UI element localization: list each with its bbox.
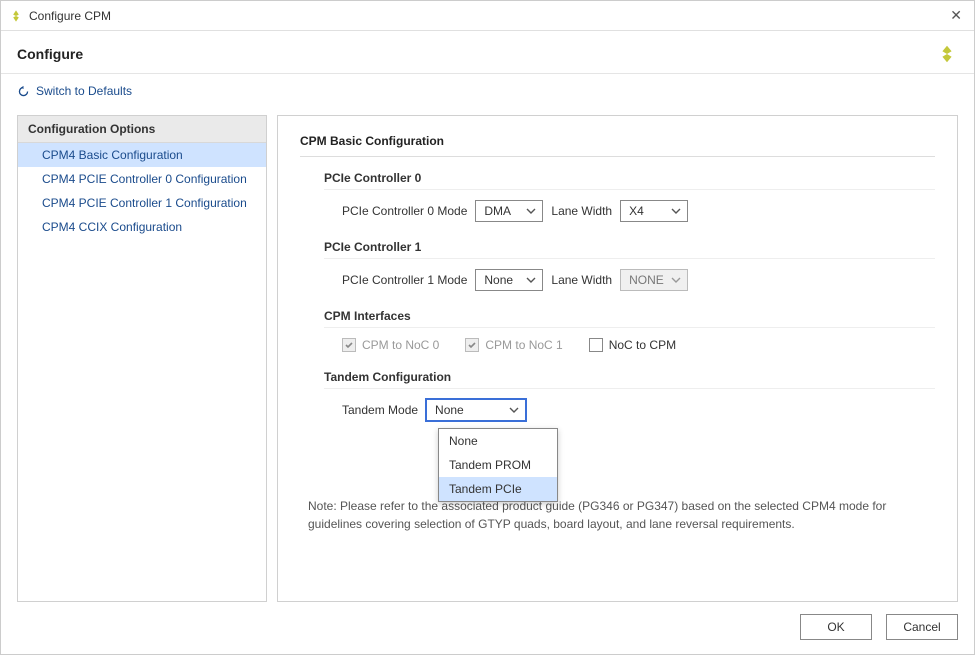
body: Configuration Options CPM4 Basic Configu… (1, 105, 974, 603)
brand-icon (936, 43, 958, 65)
cpm-noc1-label: CPM to NoC 1 (485, 338, 562, 352)
titlebar: Configure CPM ✕ (1, 1, 974, 31)
noc-cpm-label: NoC to CPM (609, 338, 676, 352)
note-text: Note: Please refer to the associated pro… (308, 497, 935, 533)
app-icon (9, 9, 23, 23)
switch-defaults-link[interactable]: Switch to Defaults (17, 84, 132, 98)
pcie0-section: PCIe Controller 0 PCIe Controller 0 Mode… (324, 171, 935, 222)
cpm-noc0-label: CPM to NoC 0 (362, 338, 439, 352)
pcie1-lane-value: NONE (629, 273, 664, 287)
pcie1-lane-label: Lane Width (551, 273, 612, 287)
pcie1-mode-select[interactable]: None (475, 269, 543, 291)
chevron-down-icon (526, 206, 536, 216)
interfaces-section: CPM Interfaces CPM to NoC 0 CPM to NoC 1… (324, 309, 935, 352)
check-icon (467, 340, 477, 350)
pcie1-mode-value: None (484, 273, 513, 287)
tandem-mode-select[interactable]: None (426, 399, 526, 421)
option-label: Tandem PROM (449, 458, 531, 472)
switch-defaults-label: Switch to Defaults (36, 84, 132, 98)
sidebar-item-ccix[interactable]: CPM4 CCIX Configuration (18, 215, 266, 239)
page-title: Configure (17, 46, 936, 62)
check-icon (344, 340, 354, 350)
tandem-section: Tandem Configuration Tandem Mode None No… (324, 370, 935, 421)
pcie1-title: PCIe Controller 1 (324, 240, 935, 254)
chevron-down-icon (671, 275, 681, 285)
tandem-mode-value: None (435, 403, 464, 417)
defaults-row: Switch to Defaults (1, 74, 974, 105)
pcie0-title: PCIe Controller 0 (324, 171, 935, 185)
pcie0-lane-select[interactable]: X4 (620, 200, 688, 222)
sidebar-item-pcie1[interactable]: CPM4 PCIE Controller 1 Configuration (18, 191, 266, 215)
noc-cpm-checkbox[interactable]: NoC to CPM (589, 338, 676, 352)
interfaces-title: CPM Interfaces (324, 309, 935, 323)
sidebar-item-label: CPM4 PCIE Controller 0 Configuration (42, 172, 247, 186)
footer: OK Cancel (1, 602, 974, 654)
window: Configure CPM ✕ Configure Switch to Defa… (0, 0, 975, 655)
pcie0-mode-label: PCIe Controller 0 Mode (342, 204, 467, 218)
tandem-option-prom[interactable]: Tandem PROM (439, 453, 557, 477)
cpm-noc1-checkbox: CPM to NoC 1 (465, 338, 562, 352)
refresh-icon (17, 85, 30, 98)
tandem-option-none[interactable]: None (439, 429, 557, 453)
cpm-noc0-checkbox: CPM to NoC 0 (342, 338, 439, 352)
close-button[interactable]: ✕ (946, 7, 966, 24)
tandem-mode-dropdown: None Tandem PROM Tandem PCIe (438, 428, 558, 502)
option-label: None (449, 434, 478, 448)
main-panel: CPM Basic Configuration PCIe Controller … (277, 115, 958, 603)
sidebar-item-label: CPM4 CCIX Configuration (42, 220, 182, 234)
ok-button[interactable]: OK (800, 614, 872, 640)
sidebar-item-pcie0[interactable]: CPM4 PCIE Controller 0 Configuration (18, 167, 266, 191)
chevron-down-icon (671, 206, 681, 216)
sidebar-item-label: CPM4 Basic Configuration (42, 148, 183, 162)
window-title: Configure CPM (29, 9, 111, 23)
pcie0-mode-select[interactable]: DMA (475, 200, 543, 222)
cancel-label: Cancel (903, 620, 940, 634)
pcie1-section: PCIe Controller 1 PCIe Controller 1 Mode… (324, 240, 935, 291)
cancel-button[interactable]: Cancel (886, 614, 958, 640)
tandem-title: Tandem Configuration (324, 370, 935, 384)
pcie1-lane-select: NONE (620, 269, 688, 291)
pcie0-lane-value: X4 (629, 204, 644, 218)
pcie0-mode-value: DMA (484, 204, 511, 218)
sidebar: Configuration Options CPM4 Basic Configu… (17, 115, 267, 603)
ok-label: OK (827, 620, 844, 634)
pcie1-mode-label: PCIe Controller 1 Mode (342, 273, 467, 287)
chevron-down-icon (509, 405, 519, 415)
header: Configure (1, 31, 974, 74)
chevron-down-icon (526, 275, 536, 285)
sidebar-item-basic[interactable]: CPM4 Basic Configuration (18, 143, 266, 167)
option-label: Tandem PCIe (449, 482, 522, 496)
sidebar-item-label: CPM4 PCIE Controller 1 Configuration (42, 196, 247, 210)
tandem-option-pcie[interactable]: Tandem PCIe (439, 477, 557, 501)
section-title: CPM Basic Configuration (300, 134, 935, 148)
tandem-mode-label: Tandem Mode (342, 403, 418, 417)
pcie0-lane-label: Lane Width (551, 204, 612, 218)
sidebar-header: Configuration Options (18, 116, 266, 143)
